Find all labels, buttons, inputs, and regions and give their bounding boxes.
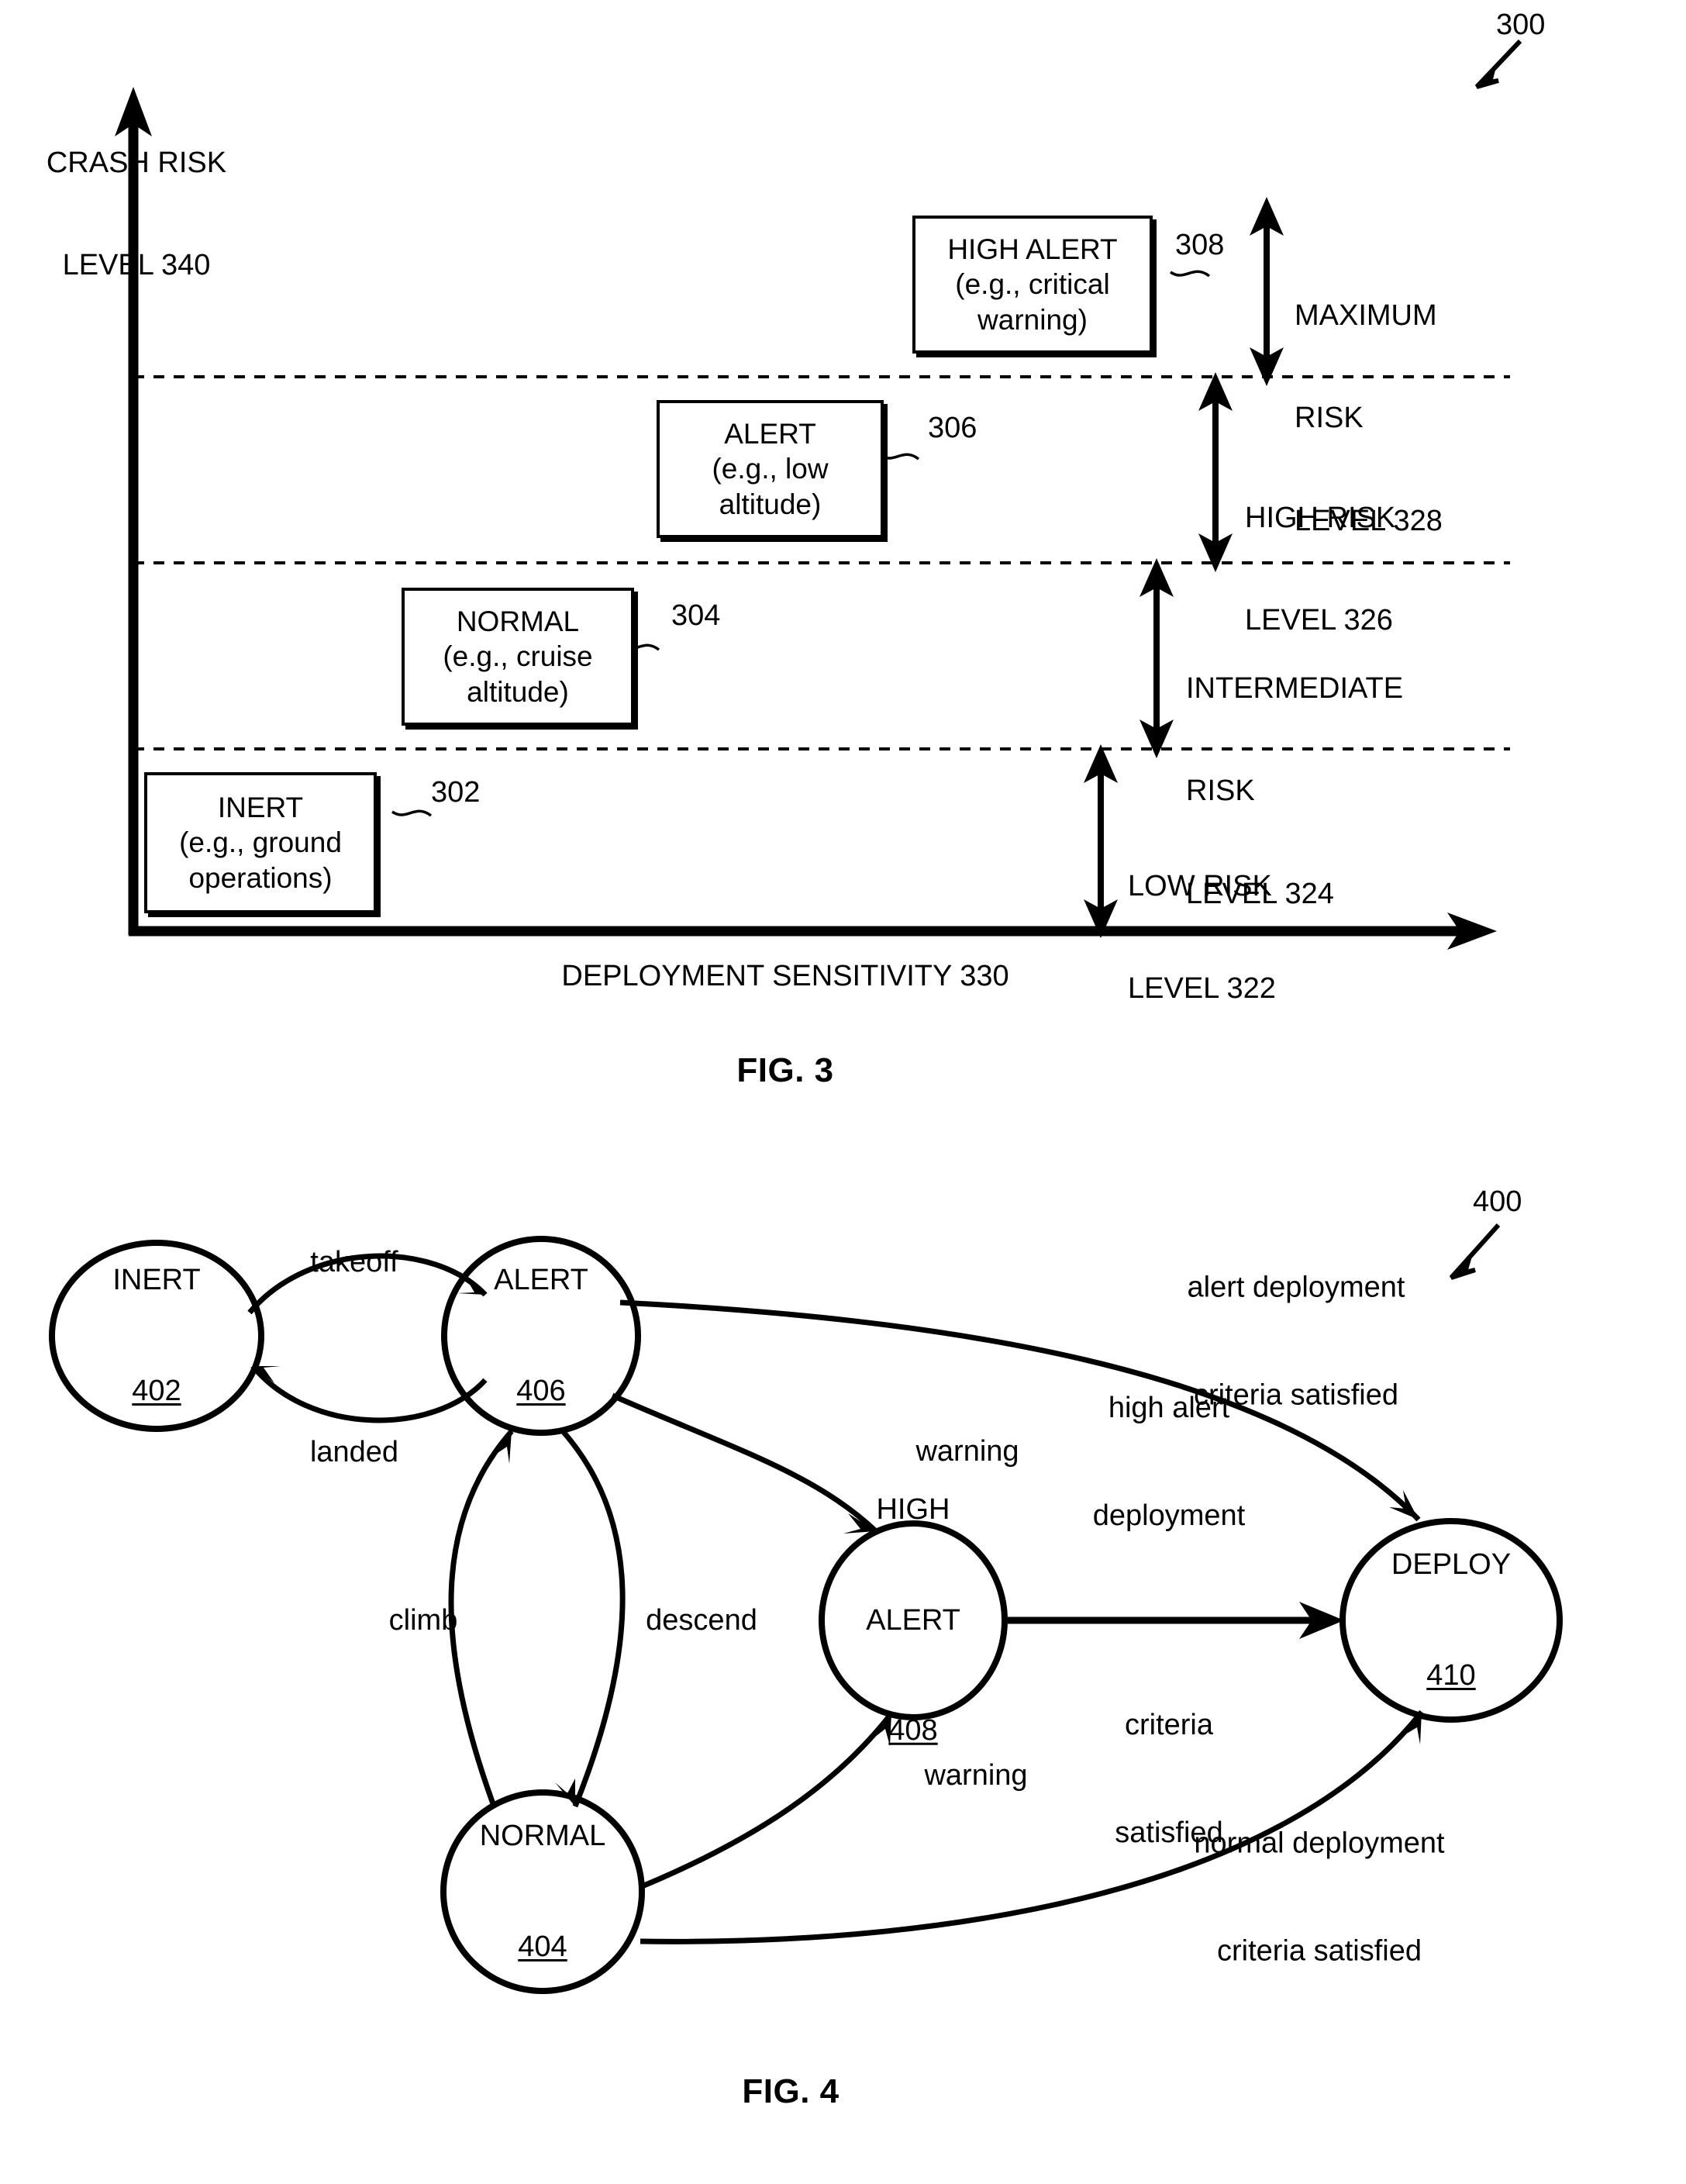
figure4-edge-alert-warning — [611, 1392, 878, 1534]
figure4-ref-number: 400 — [1473, 1185, 1522, 1218]
patent-figure-sheet: CRASH RISK LEVEL 340 300 HIGH ALERT (e.g… — [0, 0, 1686, 2184]
figure4-edge-label-descend: descend — [646, 1603, 757, 1637]
figure4-caption: FIG. 4 — [742, 2072, 840, 2110]
figure4-ref-arrow — [1449, 1223, 1501, 1280]
figure4-node-label-normal: NORMAL 404 — [479, 1820, 606, 1963]
figure4-node-label-alert: ALERT 406 — [494, 1264, 588, 1407]
figure4-edge-normal-warning — [639, 1711, 894, 1890]
figure4-edge-label-alert-warning: warning — [915, 1434, 1019, 1468]
figure4-node-label-inert: INERT 402 — [112, 1264, 201, 1407]
figure4-edge-label-climb: climb — [388, 1603, 458, 1637]
figure4-node-label-deploy: DEPLOY 410 — [1391, 1548, 1512, 1692]
figure4-edge-label-normal-warning: warning — [924, 1758, 1028, 1792]
figure4-edge-label-landed: landed — [309, 1435, 399, 1468]
figure4-edge-label-normal-deploy: normal deployment criteria satisfied — [1194, 1827, 1445, 1968]
figure4-edge-label-takeoff: takeoff — [310, 1245, 398, 1278]
